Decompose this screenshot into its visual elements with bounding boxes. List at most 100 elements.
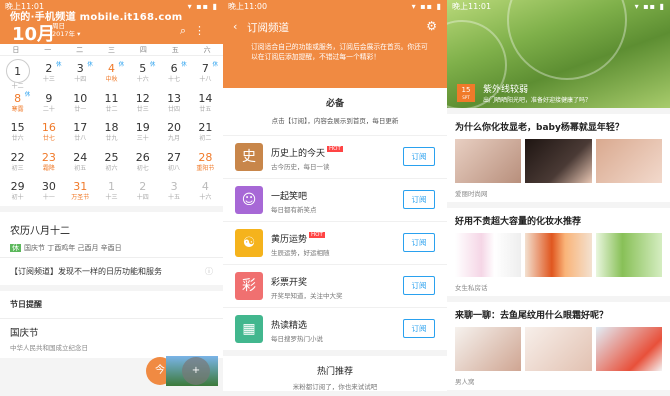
lunar-date: 农历八月十二	[10, 225, 70, 237]
calendar-day[interactable]: 17 廿八	[65, 117, 96, 147]
holiday-desc: 中华人民共和国成立纪念日	[10, 343, 88, 352]
calendar-day[interactable]: 2 十四	[127, 176, 158, 206]
weekday-label: 五	[171, 46, 179, 54]
lunar-label: 初七	[136, 164, 149, 172]
status-icons-3: ▾ ▪▪ ▮	[634, 2, 665, 11]
calendar-day[interactable]: 13 廿四	[158, 88, 189, 118]
calendar-day[interactable]: 5 十六休	[127, 58, 158, 88]
rest-marker: 休	[118, 62, 125, 68]
lunar-label: 十三	[105, 194, 118, 201]
day-number: 15	[10, 121, 25, 134]
calendar-day[interactable]: 10 廿一	[65, 88, 96, 118]
calendar-day[interactable]: 11 廿二	[96, 88, 127, 118]
weekday-label: 六	[203, 46, 211, 54]
rest-marker: 休	[87, 62, 93, 68]
article-title: 来聊一聊：去鱼尾纹用什么眼霜好呢？	[455, 311, 609, 321]
channel-name: 热读精选	[271, 318, 307, 331]
holiday-reminder[interactable]: 国庆节 中华人民共和国成立纪念日	[0, 318, 223, 358]
calendar-day[interactable]: 23 霜降	[33, 147, 64, 177]
search-icon[interactable]: ⌕	[180, 24, 194, 37]
subscribe-promo[interactable]: 【订阅频道】发现不一样的日历功能和服务 ⓘ	[0, 256, 223, 285]
calendar-day[interactable]: 2 十三休	[33, 58, 64, 88]
article-thumbnail	[525, 139, 592, 183]
lunar-label: 初五	[74, 164, 87, 172]
thumbnail-row	[455, 327, 662, 371]
lunar-label: 十四	[74, 76, 87, 83]
status-icons: ▾ ▪▪ ▮	[187, 2, 218, 11]
subscribe-button[interactable]: 订阅	[403, 147, 435, 166]
channel-name: 一起笑吧	[271, 189, 307, 202]
calendar-day[interactable]: 19 三十	[127, 117, 158, 147]
calendar-day[interactable]: 26 初七	[127, 147, 158, 177]
hot-badge: HOT	[327, 146, 343, 152]
calendar-day[interactable]: 8 寒露休	[2, 88, 33, 118]
calendar-day[interactable]: 30 十一	[33, 176, 64, 206]
calendar-day[interactable]: 9 二十	[33, 88, 64, 118]
calendar-day[interactable]: 21 初二	[190, 117, 221, 147]
weekday-label: 三	[107, 46, 115, 54]
channel-row[interactable]: ☺ 一起笑吧 每日都有新笑点 订阅	[223, 178, 447, 221]
calendar-day[interactable]: 27 初八	[158, 147, 189, 177]
subscribe-button[interactable]: 订阅	[403, 233, 435, 252]
calendar-day[interactable]: 22 初三	[2, 147, 33, 177]
lunar-label: 十七	[168, 76, 181, 83]
channel-list: 史历史上的今天 HOT 古今历史，每日一读 订阅 ☺ 一起笑吧 每日都有新笑点 订阅 ☯ 黄历运势…	[223, 135, 447, 350]
calendar-day[interactable]: 4 十六	[190, 176, 221, 206]
more-icon[interactable]: ⋮	[194, 24, 213, 37]
article-card[interactable]: 来聊一聊：去鱼尾纹用什么眼霜好呢？ 男人窝	[447, 302, 670, 390]
channel-row[interactable]: 史历史上的今天 HOT 古今历史，每日一读 订阅	[223, 135, 447, 178]
subscribe-button[interactable]: 订阅	[403, 190, 435, 209]
article-source: 男人窝	[455, 378, 475, 386]
headline: 紫外线较弱	[483, 85, 529, 95]
calendar-day[interactable]: 18 廿九	[96, 117, 127, 147]
lunar-label: 霜降	[42, 164, 55, 172]
day-number: 11	[104, 91, 119, 105]
calendar-day[interactable]: 28 重阳节	[190, 147, 221, 177]
article-card[interactable]: 好用不贵超大容量的化妆水推荐 女生私房话	[447, 208, 670, 296]
channel-row[interactable]: ▦ 热读精选 每日搜罗热门小说 订阅	[223, 307, 447, 350]
subscribe-button[interactable]: 订阅	[403, 319, 435, 338]
rest-marker: 休	[181, 62, 187, 68]
subscribe-button[interactable]: 订阅	[403, 276, 435, 295]
lunar-label: 九月	[168, 135, 181, 142]
month-sub[interactable]: 周日 2017年 ▾	[52, 22, 80, 38]
calendar-day[interactable]: 24 初五	[65, 147, 96, 177]
channel-row[interactable]: ☯ 黄历运势 HOT 生辰运势，好运相随 订阅	[223, 221, 447, 264]
lunar-label: 十五	[168, 194, 181, 201]
day-number: 19	[135, 121, 150, 134]
calendar-day[interactable]: 4 中秋休	[96, 58, 127, 88]
calendar-day[interactable]: 7 十八休	[190, 58, 221, 88]
channel-row[interactable]: 彩彩票开奖 开奖早知道，关注中大奖 订阅	[223, 264, 447, 307]
channel-icon: ☺	[235, 186, 263, 214]
back-icon[interactable]: ‹	[233, 20, 237, 33]
calendar-day[interactable]: 14 廿五	[190, 88, 221, 118]
lunar-label: 初三	[11, 164, 24, 172]
day-number: 20	[167, 121, 182, 134]
status-time-3: 晚上11:01	[452, 2, 492, 11]
calendar-day[interactable]: 15 廿六	[2, 117, 33, 147]
calendar-day[interactable]: 25 初六	[96, 147, 127, 177]
calendar-day[interactable]: 6 十七休	[158, 58, 189, 88]
day-number: 4	[201, 180, 209, 193]
gear-icon[interactable]: ⚙	[426, 19, 437, 33]
article-source: 爱丽时尚网	[455, 190, 488, 198]
lunar-label: 二十	[42, 105, 55, 113]
lunar-label: 寒露	[11, 105, 24, 113]
month-label[interactable]: 10月	[12, 20, 55, 46]
weekday-label: 四	[139, 46, 147, 54]
calendar-day[interactable]: 16 廿七	[33, 117, 64, 147]
calendar-day[interactable]: 20 九月	[158, 117, 189, 147]
weather-banner[interactable]: 15 SPT 紫外线较弱 出门晒晒阳光吧，准备好迎接健康了吗？	[447, 0, 670, 108]
calendar-day[interactable]: 29 初十	[2, 176, 33, 206]
add-button[interactable]: +	[182, 357, 210, 385]
calendar-day[interactable]: 1 十二	[2, 58, 33, 90]
channel-name-text: 黄历运势	[271, 235, 308, 245]
calendar-day[interactable]: 3 十五	[158, 176, 189, 206]
calendar-day[interactable]: 1 十三	[96, 176, 127, 206]
calendar-day[interactable]: 3 十四休	[65, 58, 96, 88]
article-card[interactable]: 为什么你化妆显老，baby杨幂就显年轻？ 爱丽时尚网	[447, 114, 670, 202]
section-title: 必备	[223, 88, 447, 109]
day-number: 10	[73, 91, 88, 105]
calendar-day[interactable]: 12 廿三	[127, 88, 158, 118]
calendar-day[interactable]: 31 万圣节	[65, 176, 96, 206]
